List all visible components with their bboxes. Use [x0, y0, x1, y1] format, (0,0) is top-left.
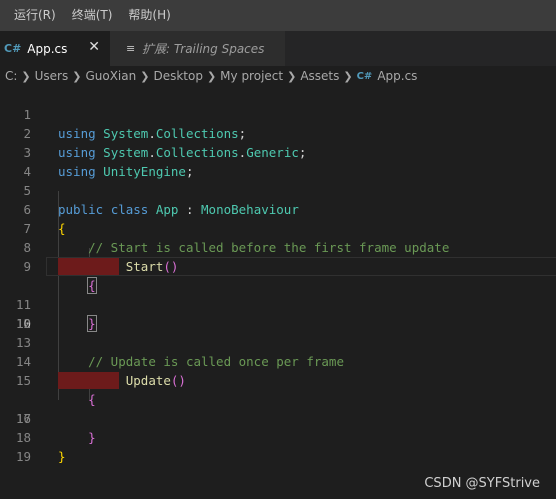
tab-app-cs[interactable]: C# App.cs ✕ [0, 31, 110, 66]
code-line: 16 [0, 371, 556, 426]
code-line: 3 using UnityEngine; [0, 124, 556, 179]
code-line: 7 // Start is called before the first fr… [0, 200, 556, 255]
tab-bar: C# App.cs ✕ ≡ 扩展: Trailing Spaces [0, 31, 556, 66]
csharp-file-icon: C# [4, 42, 22, 55]
breadcrumb-item[interactable]: Assets [300, 69, 339, 83]
menu-help[interactable]: 帮助(H) [120, 0, 178, 31]
chevron-right-icon: ❯ [140, 69, 150, 83]
menu-terminal[interactable]: 终端(T) [64, 0, 121, 31]
menu-bar: 运行(R) 终端(T) 帮助(H) [0, 0, 556, 31]
trailing-space-highlight [58, 372, 119, 389]
breadcrumb: C: ❯ Users ❯ GuoXian ❯ Desktop ❯ My proj… [0, 66, 556, 86]
code-editor[interactable]: 1 using System.Collections; 2 using Syst… [0, 86, 556, 464]
current-line-highlight [46, 257, 556, 276]
code-line: 15 { [0, 352, 556, 407]
breadcrumb-item[interactable]: Users [35, 69, 69, 83]
code-line: 11 } [0, 276, 556, 332]
code-line: 2 using System.Collections.Generic; [0, 105, 556, 160]
preview-icon: ≡ [126, 42, 136, 55]
line-number: 19 [15, 449, 31, 464]
chevron-right-icon: ❯ [343, 69, 353, 83]
menu-run[interactable]: 运行(R) [0, 0, 64, 31]
close-icon[interactable]: ✕ [88, 39, 100, 55]
breadcrumb-item[interactable]: C: [5, 69, 17, 83]
csharp-file-icon: C# [356, 70, 373, 82]
tab-label: 扩展: Trailing Spaces [142, 42, 265, 56]
brace: } [58, 449, 66, 464]
watermark: CSDN @SYFStrive [424, 476, 540, 491]
chevron-right-icon: ❯ [287, 69, 297, 83]
breadcrumb-item[interactable]: My project [220, 69, 283, 83]
code-line: 14 void Update() [0, 333, 556, 388]
breadcrumb-item[interactable]: GuoXian [85, 69, 136, 83]
code-line: 5 public class App : MonoBehaviour [0, 162, 556, 217]
code-line: 18 } [0, 409, 556, 464]
current-code-line: 10 [0, 257, 556, 331]
breadcrumb-item[interactable]: App.cs [377, 69, 417, 83]
code-line: 12 [0, 295, 556, 331]
tab-extension-trailing-spaces[interactable]: ≡ 扩展: Trailing Spaces [110, 31, 285, 66]
chevron-right-icon: ❯ [206, 69, 217, 83]
chevron-right-icon: ❯ [72, 69, 82, 83]
code-line: 17 } [0, 390, 556, 445]
code-line: 13 // Update is called once per frame [0, 314, 556, 369]
code-line: 4 [0, 143, 556, 179]
code-line: 1 using System.Collections; [0, 86, 556, 141]
code-line: 19 [0, 428, 556, 464]
code-line: 8 void Start() [0, 219, 556, 274]
breadcrumb-item[interactable]: Desktop [153, 69, 203, 83]
code-line: 6 { [0, 181, 556, 236]
code-line: 9 { [0, 238, 556, 294]
chevron-right-icon: ❯ [21, 69, 31, 83]
tab-label: App.cs [27, 41, 68, 56]
trailing-space-highlight [58, 258, 119, 275]
